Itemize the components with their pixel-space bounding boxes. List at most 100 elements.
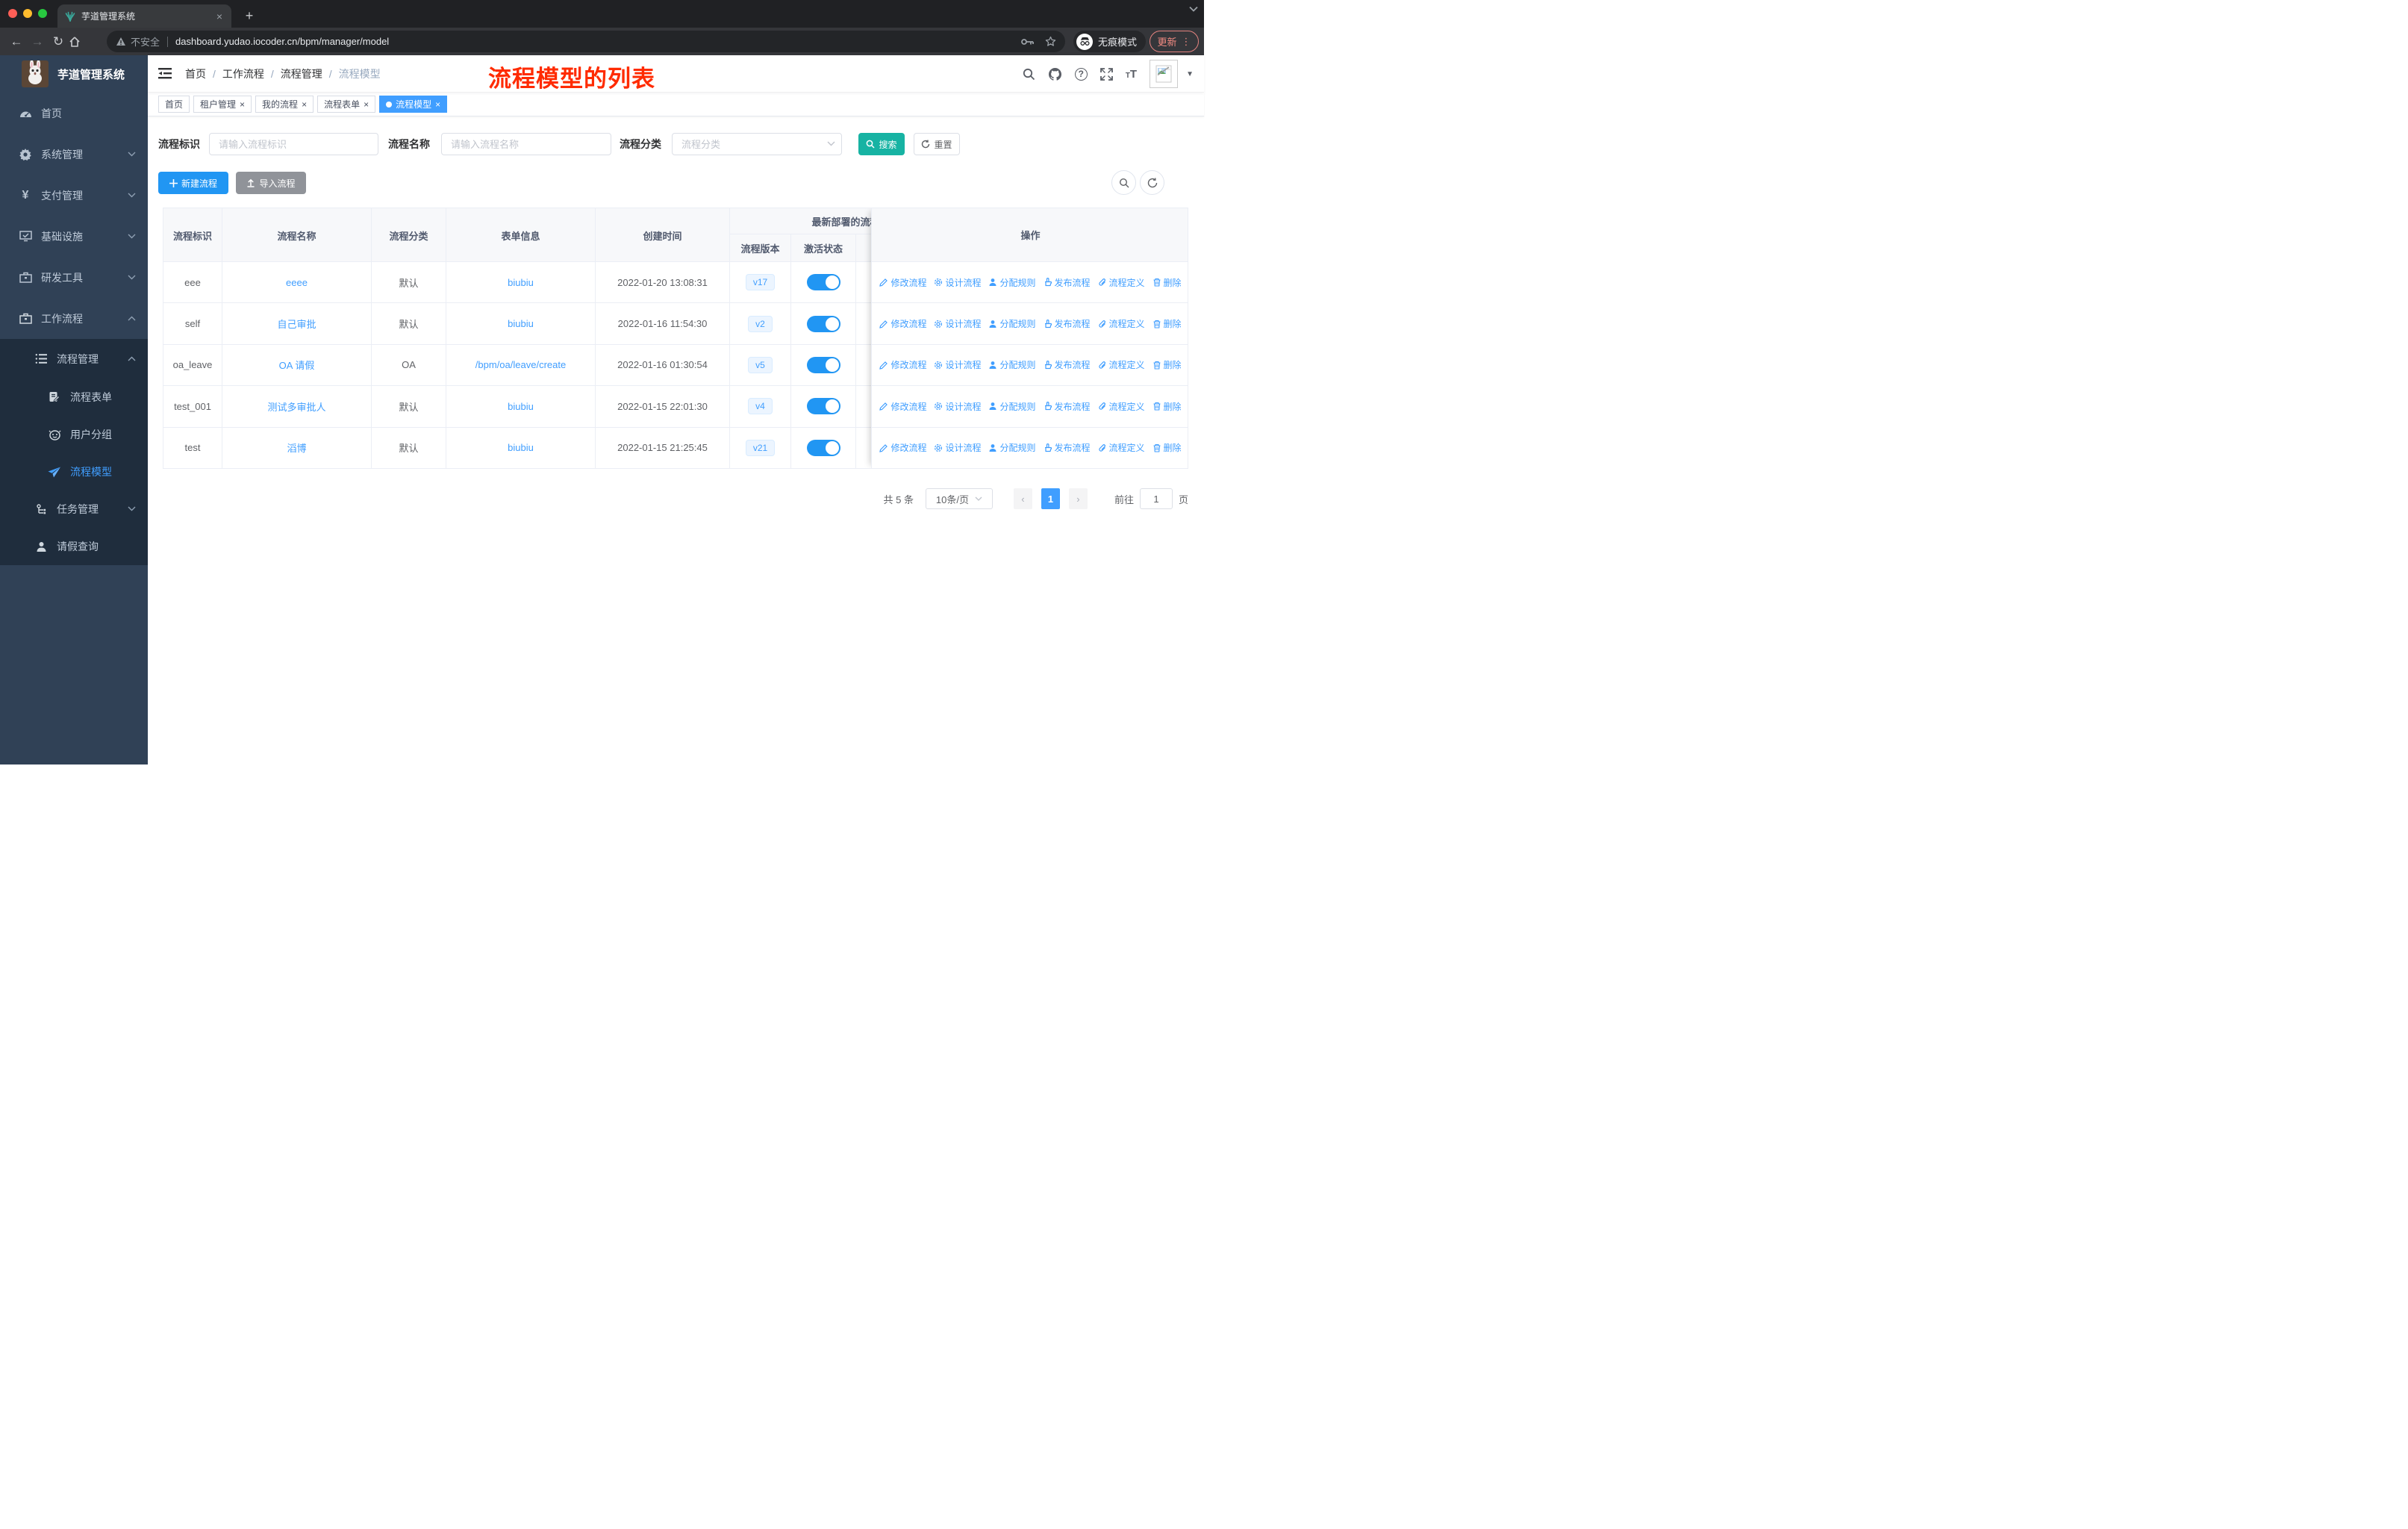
- sidebar-item[interactable]: 请假查询: [0, 528, 148, 565]
- view-tag[interactable]: 我的流程 ×: [255, 96, 314, 113]
- sidebar-item[interactable]: 工作流程: [0, 298, 148, 339]
- modify-process-link[interactable]: 修改流程: [879, 276, 926, 289]
- assign-rule-link[interactable]: 分配规则: [988, 317, 1036, 330]
- sidebar-item[interactable]: 系统管理: [0, 134, 148, 175]
- close-tab-icon[interactable]: ×: [215, 10, 224, 22]
- goto-page-input[interactable]: [1139, 488, 1173, 509]
- design-process-link[interactable]: 设计流程: [934, 276, 981, 289]
- assign-rule-link[interactable]: 分配规则: [988, 400, 1036, 413]
- active-toggle[interactable]: [806, 315, 840, 332]
- modify-process-link[interactable]: 修改流程: [879, 441, 926, 454]
- close-window-button[interactable]: [8, 9, 17, 18]
- search-button[interactable]: 搜索: [858, 133, 905, 155]
- page-size-select[interactable]: 10条/页: [925, 488, 993, 509]
- sidebar-item[interactable]: 流程表单: [0, 379, 148, 416]
- breadcrumb-workflow[interactable]: 工作流程: [222, 66, 264, 81]
- user-avatar[interactable]: [1150, 60, 1179, 88]
- close-tag-icon[interactable]: ×: [364, 100, 369, 109]
- sidebar-item[interactable]: 流程模型: [0, 453, 148, 491]
- sidebar-item[interactable]: 用户分组: [0, 416, 148, 453]
- process-definition-link[interactable]: 流程定义: [1098, 400, 1145, 413]
- design-process-link[interactable]: 设计流程: [934, 400, 981, 413]
- zoom-window-button[interactable]: [38, 9, 47, 18]
- tab-search-chevron-icon[interactable]: [1189, 6, 1198, 12]
- model-name-input[interactable]: [441, 133, 611, 155]
- view-tag[interactable]: 首页 ×: [158, 96, 190, 113]
- minimize-window-button[interactable]: [23, 9, 32, 18]
- design-process-link[interactable]: 设计流程: [934, 441, 981, 454]
- active-toggle[interactable]: [806, 439, 840, 456]
- sidebar-item[interactable]: ¥ 支付管理: [0, 175, 148, 216]
- process-definition-link[interactable]: 流程定义: [1098, 358, 1145, 371]
- process-definition-link[interactable]: 流程定义: [1098, 276, 1145, 289]
- new-tab-button[interactable]: +: [240, 7, 258, 25]
- fullscreen-icon[interactable]: [1099, 67, 1113, 81]
- delete-link[interactable]: 删除: [1152, 400, 1182, 413]
- form-info-link[interactable]: biubiu: [508, 442, 534, 453]
- help-icon[interactable]: ?: [1074, 67, 1088, 81]
- close-tag-icon[interactable]: ×: [240, 100, 245, 109]
- import-model-button[interactable]: 导入流程: [236, 172, 306, 194]
- window-controls[interactable]: [8, 9, 47, 18]
- model-name-link[interactable]: eeee: [286, 277, 308, 288]
- next-page-button[interactable]: ›: [1068, 488, 1088, 509]
- create-model-button[interactable]: 新建流程: [158, 172, 228, 194]
- sidebar-item[interactable]: 流程管理: [0, 339, 148, 379]
- form-info-link[interactable]: biubiu: [508, 277, 534, 288]
- bookmark-star-icon[interactable]: [1045, 36, 1056, 47]
- publish-process-link[interactable]: 发布流程: [1044, 276, 1091, 289]
- home-icon[interactable]: [69, 36, 90, 48]
- version-badge[interactable]: v17: [745, 274, 776, 291]
- sidebar-item[interactable]: 首页: [0, 93, 148, 134]
- modify-process-link[interactable]: 修改流程: [879, 400, 926, 413]
- model-name-link[interactable]: 滔博: [287, 440, 306, 455]
- active-toggle[interactable]: [806, 356, 840, 373]
- model-name-link[interactable]: 测试多审批人: [267, 399, 325, 414]
- view-tag[interactable]: 流程表单 ×: [317, 96, 376, 113]
- breadcrumb-process-mgmt[interactable]: 流程管理: [281, 66, 322, 81]
- form-info-link[interactable]: biubiu: [508, 401, 534, 412]
- user-menu-caret-icon[interactable]: ▼: [1186, 70, 1194, 78]
- sidebar-item[interactable]: 基础设施: [0, 216, 148, 257]
- version-badge[interactable]: v5: [748, 356, 773, 373]
- breadcrumb-home[interactable]: 首页: [185, 66, 206, 81]
- font-size-icon[interactable]: TT: [1126, 68, 1137, 81]
- address-bar[interactable]: 不安全 dashboard.yudao.iocoder.cn/bpm/manag…: [107, 31, 1065, 52]
- security-label[interactable]: 不安全: [131, 34, 160, 49]
- category-select[interactable]: [672, 133, 842, 155]
- close-tag-icon[interactable]: ×: [302, 100, 307, 109]
- password-key-icon[interactable]: [1021, 38, 1035, 46]
- browser-menu-icon[interactable]: ⋮: [1182, 36, 1191, 48]
- version-badge[interactable]: v2: [748, 315, 773, 332]
- sidebar-item[interactable]: 任务管理: [0, 491, 148, 528]
- assign-rule-link[interactable]: 分配规则: [988, 441, 1036, 454]
- reload-icon[interactable]: ↻: [48, 34, 69, 49]
- model-name-link[interactable]: OA 请假: [279, 358, 315, 372]
- app-logo[interactable]: 芋道管理系统: [0, 55, 148, 93]
- delete-link[interactable]: 删除: [1152, 317, 1182, 330]
- browser-tab[interactable]: 芋道管理系统 ×: [57, 4, 231, 28]
- github-icon[interactable]: [1048, 67, 1062, 81]
- design-process-link[interactable]: 设计流程: [934, 358, 981, 371]
- sidebar-item[interactable]: 研发工具: [0, 257, 148, 298]
- collapse-sidebar-icon[interactable]: [158, 68, 172, 79]
- back-icon[interactable]: ←: [6, 34, 27, 49]
- publish-process-link[interactable]: 发布流程: [1044, 358, 1091, 371]
- process-definition-link[interactable]: 流程定义: [1098, 317, 1145, 330]
- form-info-link[interactable]: /bpm/oa/leave/create: [475, 359, 566, 370]
- view-tag[interactable]: 流程模型 ×: [379, 96, 448, 113]
- reset-button[interactable]: 重置: [914, 133, 960, 155]
- assign-rule-link[interactable]: 分配规则: [988, 358, 1036, 371]
- modify-process-link[interactable]: 修改流程: [879, 358, 926, 371]
- page-number-1[interactable]: 1: [1041, 488, 1060, 509]
- publish-process-link[interactable]: 发布流程: [1044, 441, 1091, 454]
- assign-rule-link[interactable]: 分配规则: [988, 276, 1036, 289]
- model-key-input[interactable]: [209, 133, 378, 155]
- prev-page-button[interactable]: ‹: [1013, 488, 1032, 509]
- form-info-link[interactable]: biubiu: [508, 318, 534, 329]
- browser-update-button[interactable]: 更新 ⋮: [1150, 31, 1199, 52]
- publish-process-link[interactable]: 发布流程: [1044, 400, 1091, 413]
- active-toggle[interactable]: [806, 274, 840, 291]
- active-toggle[interactable]: [806, 398, 840, 415]
- delete-link[interactable]: 删除: [1152, 358, 1182, 371]
